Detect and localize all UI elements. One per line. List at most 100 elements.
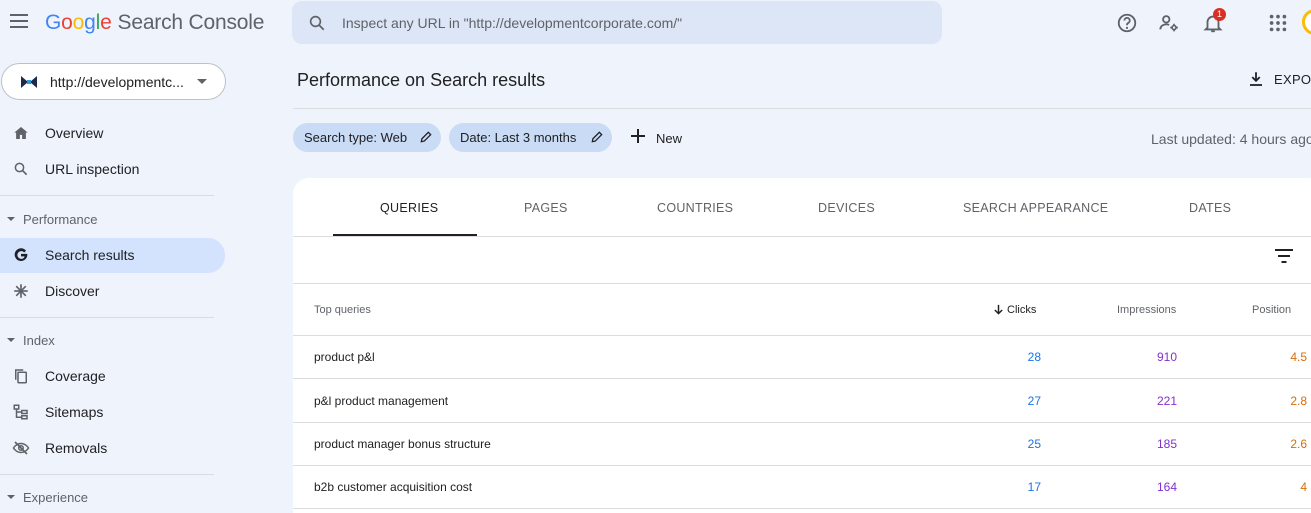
column-header-query[interactable]: Top queries <box>314 304 371 316</box>
search-icon <box>309 15 325 31</box>
new-label: New <box>656 131 683 146</box>
sidebar-section-experience[interactable]: Experience <box>0 486 214 510</box>
sitemap-icon <box>13 404 28 420</box>
sidebar-item-search-results[interactable]: Search results <box>0 238 225 273</box>
logo-letter: g <box>84 11 96 34</box>
tab-countries[interactable]: COUNTRIES <box>633 178 753 236</box>
asterisk-icon <box>14 284 28 298</box>
chip-label: Date: Last 3 months <box>460 130 577 145</box>
sidebar-item-label: Removals <box>45 440 108 456</box>
pencil-icon <box>420 131 432 143</box>
caret-down-icon <box>7 217 15 221</box>
logo-letter: e <box>100 11 112 34</box>
pencil-icon <box>591 131 603 143</box>
column-header-clicks[interactable]: Clicks <box>993 304 1036 316</box>
add-filter-button[interactable]: New <box>628 125 688 150</box>
sidebar-item-label: Search results <box>45 247 135 263</box>
search-icon <box>14 162 28 176</box>
column-header-position[interactable]: Position <box>1252 304 1291 316</box>
section-label: Index <box>23 333 55 348</box>
position-cell: 4.5 <box>1290 350 1307 364</box>
help-icon[interactable] <box>1116 12 1138 34</box>
tabs-divider <box>293 236 1311 237</box>
google-g-icon <box>14 248 28 261</box>
sidebar-item-discover[interactable]: Discover <box>0 274 225 308</box>
impressions-cell: 910 <box>1156 350 1177 364</box>
copy-icon <box>15 369 27 384</box>
chip-label: Search type: Web <box>304 130 408 145</box>
user-settings-icon[interactable] <box>1158 12 1180 34</box>
toolbar-divider <box>293 283 1311 284</box>
search-input[interactable] <box>342 1 922 44</box>
property-logo-icon <box>21 76 37 88</box>
tab-label: QUERIES <box>380 201 439 215</box>
header-divider <box>293 108 1311 109</box>
sidebar-item-sitemaps[interactable]: Sitemaps <box>0 395 225 429</box>
table-row[interactable]: product p&l 28 910 4.5 <box>293 336 1311 379</box>
caret-down-icon <box>7 338 15 342</box>
column-header-label: Clicks <box>1007 304 1037 316</box>
avatar[interactable] <box>1302 9 1311 35</box>
sidebar-divider <box>0 474 214 475</box>
tab-devices[interactable]: DEVICES <box>793 178 903 236</box>
position-cell: 4 <box>1300 480 1307 494</box>
tab-label: PAGES <box>524 201 568 215</box>
export-button[interactable]: EXPORT <box>1247 67 1311 93</box>
performance-table-card: QUERIES PAGES COUNTRIES DEVICES SEARCH A… <box>293 178 1311 513</box>
tab-pages[interactable]: PAGES <box>493 178 593 236</box>
tab-label: COUNTRIES <box>657 201 734 215</box>
property-name: http://developmentc... <box>50 74 184 90</box>
table-row[interactable]: p&l product management 27 221 2.8 <box>293 380 1311 423</box>
sidebar-item-label: Overview <box>45 125 104 141</box>
date-range-chip[interactable]: Date: Last 3 months <box>449 123 612 152</box>
tab-queries[interactable]: QUERIES <box>333 178 477 236</box>
menu-icon[interactable] <box>10 14 28 28</box>
sidebar-section-performance[interactable]: Performance <box>0 208 214 232</box>
logo-letter: o <box>61 11 73 34</box>
section-label: Performance <box>23 212 98 227</box>
sidebar-item-label: URL inspection <box>45 161 140 177</box>
table-row[interactable]: b2b customer acquisition cost 17 164 4 <box>293 466 1311 509</box>
top-bar: GoogleSearch Console 1 <box>0 0 1311 48</box>
download-icon <box>1250 72 1262 86</box>
query-cell: p&l product management <box>314 394 449 408</box>
clicks-cell: 25 <box>1027 437 1041 451</box>
sidebar-item-label: Coverage <box>45 368 106 384</box>
page-title: Performance on Search results <box>297 70 546 90</box>
sidebar-item-coverage[interactable]: Coverage <box>0 359 225 393</box>
url-inspect-search[interactable] <box>292 1 942 44</box>
table-row[interactable]: product manager bonus structure 25 185 2… <box>293 423 1311 466</box>
eye-off-icon <box>12 441 30 455</box>
tab-label: DEVICES <box>818 201 875 215</box>
sidebar-item-url-inspection[interactable]: URL inspection <box>0 152 225 186</box>
query-cell: product p&l <box>314 350 375 364</box>
property-selector[interactable]: http://developmentc... <box>1 63 226 100</box>
filter-icon[interactable] <box>1274 248 1294 264</box>
search-type-chip[interactable]: Search type: Web <box>293 123 441 152</box>
query-cell: b2b customer acquisition cost <box>314 480 473 494</box>
apps-grid-icon[interactable] <box>1267 12 1289 34</box>
sidebar-item-overview[interactable]: Overview <box>0 116 225 150</box>
column-header-impressions[interactable]: Impressions <box>1117 304 1176 316</box>
impressions-cell: 221 <box>1156 394 1177 408</box>
section-label: Experience <box>23 490 89 505</box>
caret-down-icon <box>7 495 15 499</box>
sidebar-item-label: Discover <box>45 283 100 299</box>
plus-icon <box>631 129 645 143</box>
app-logo[interactable]: Google Search Console <box>45 11 264 35</box>
logo-letter: G <box>45 11 62 34</box>
impressions-cell: 164 <box>1156 480 1177 494</box>
export-label: EXPORT <box>1274 72 1311 87</box>
notification-badge: 1 <box>1213 8 1226 21</box>
sidebar-section-index[interactable]: Index <box>0 329 214 353</box>
tab-search-appearance[interactable]: SEARCH APPEARANCE <box>943 178 1113 236</box>
clicks-cell: 17 <box>1027 480 1041 494</box>
clicks-cell: 28 <box>1027 350 1041 364</box>
last-updated-text: Last updated: 4 hours ago <box>1151 131 1311 147</box>
sidebar-item-removals[interactable]: Removals <box>0 431 225 465</box>
clicks-cell: 27 <box>1027 394 1041 408</box>
tab-dates[interactable]: DATES <box>1163 178 1263 236</box>
sidebar-divider <box>0 317 214 318</box>
logo-letter: o <box>72 11 85 34</box>
query-cell: product manager bonus structure <box>314 437 491 451</box>
